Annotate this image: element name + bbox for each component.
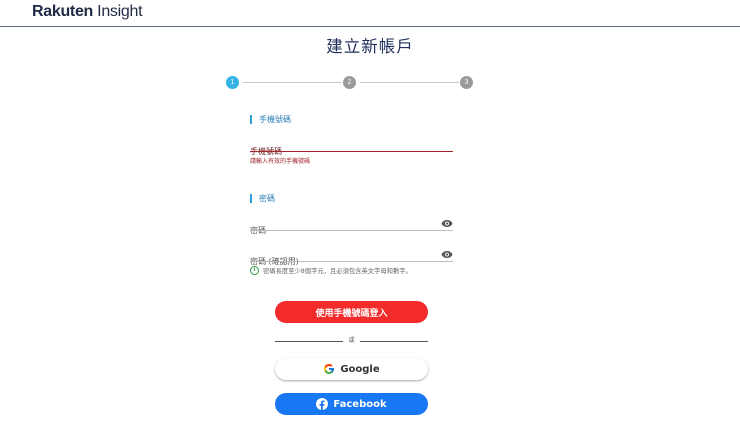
- rakuten-insight-logo[interactable]: Rakuten Insight: [32, 3, 143, 21]
- step-3-indicator: 3: [460, 76, 473, 89]
- facebook-button-label: Facebook: [333, 398, 387, 410]
- phone-number-underline: [250, 151, 453, 153]
- logo-brand: Rakuten: [32, 3, 94, 20]
- eye-icon[interactable]: [441, 219, 453, 228]
- progress-stepper: 1 2 3: [226, 76, 476, 90]
- top-bar: Rakuten Insight: [0, 0, 740, 27]
- password-hint: i 密碼長度至少8個字元，且必須包含英文字母和數字。: [250, 266, 412, 275]
- phone-error-message: 請輸入有效的手機號碼: [250, 158, 311, 165]
- info-icon: i: [250, 266, 259, 275]
- google-button-label: Google: [340, 363, 380, 375]
- phone-number-field[interactable]: 手機號碼: [250, 139, 453, 156]
- facebook-login-button[interactable]: Facebook: [275, 393, 428, 415]
- phone-login-button[interactable]: 使用手機號碼登入: [275, 301, 428, 323]
- logo-product: Insight: [93, 3, 143, 20]
- google-icon: [324, 364, 335, 374]
- phone-section-label: 手機號碼: [250, 115, 291, 124]
- confirm-password-underline: [250, 261, 453, 262]
- confirm-password-field[interactable]: 密碼 (確認用): [250, 249, 453, 266]
- or-divider: 或: [275, 337, 428, 345]
- password-hint-text: 密碼長度至少8個字元，且必須包含英文字母和數字。: [263, 268, 412, 275]
- eye-icon[interactable]: [441, 250, 453, 259]
- step-connector-1: [243, 82, 341, 83]
- password-underline: [250, 230, 453, 231]
- step-connector-2: [360, 82, 459, 83]
- divider-line-right: [360, 341, 428, 342]
- google-login-button[interactable]: Google: [275, 358, 428, 380]
- facebook-icon: [316, 398, 329, 410]
- step-1-indicator: 1: [226, 76, 239, 89]
- step-2-indicator: 2: [343, 76, 356, 89]
- password-field[interactable]: 密碼: [250, 218, 453, 235]
- password-section-label: 密碼: [250, 194, 275, 203]
- page-title: 建立新帳戶: [326, 37, 414, 56]
